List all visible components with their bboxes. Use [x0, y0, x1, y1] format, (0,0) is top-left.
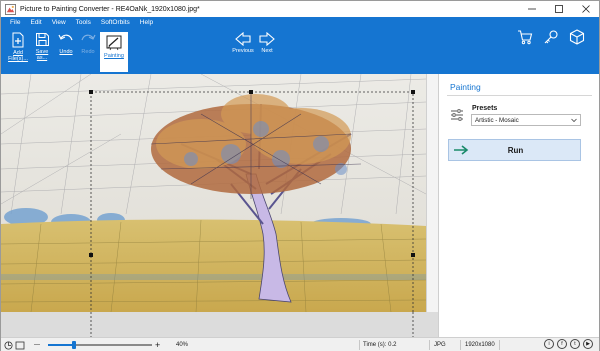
status-divider: [460, 340, 461, 350]
title-bar: Picture to Painting Converter - RE4OaNk_…: [1, 1, 599, 17]
vertical-scrollbar[interactable]: [426, 74, 438, 312]
run-button[interactable]: Run: [448, 139, 581, 161]
key-icon[interactable]: [543, 29, 559, 45]
facebook-icon[interactable]: f: [557, 339, 567, 349]
minimize-button[interactable]: [518, 1, 545, 17]
next-button[interactable]: Next: [256, 32, 278, 54]
zoom-slider-thumb[interactable]: [72, 341, 76, 349]
image-dimensions: 1920x1080: [465, 342, 495, 348]
toolbar: Add File(s)... Save as... Undo Redo Pain…: [1, 29, 599, 74]
close-button[interactable]: [572, 1, 599, 17]
processing-time: Time (s): 0.2: [363, 342, 397, 348]
menu-edit[interactable]: Edit: [25, 18, 46, 30]
window-controls: [518, 1, 599, 17]
zoom-slider[interactable]: [48, 341, 152, 349]
redo-button[interactable]: Redo: [78, 32, 98, 55]
run-label: Run: [507, 145, 524, 155]
zoom-out-button[interactable]: —: [34, 338, 40, 351]
add-files-button[interactable]: Add File(s)...: [7, 32, 29, 62]
ribbon-right-icons: [517, 29, 585, 45]
box-icon[interactable]: [569, 29, 585, 45]
painted-tree-image[interactable]: [1, 74, 426, 312]
add-file-icon: [12, 32, 24, 48]
painting-label: Painting: [104, 53, 124, 59]
zoom-reset-icon: [4, 341, 13, 349]
undo-button[interactable]: Undo: [56, 32, 76, 55]
arrow-left-icon: [235, 32, 251, 46]
menu-help[interactable]: Help: [135, 18, 158, 30]
maximize-button[interactable]: [545, 1, 572, 17]
panel-divider: [447, 95, 592, 96]
zoom-fit-button[interactable]: [4, 338, 13, 351]
maximize-icon: [554, 5, 563, 13]
close-icon: [581, 5, 590, 13]
zoom-plus-symbol: +: [155, 340, 161, 350]
ribbon: File Edit View Tools SoftOrbits Help Add…: [1, 17, 599, 74]
twitter-icon[interactable]: t: [570, 339, 580, 349]
youtube-icon[interactable]: ▶: [583, 339, 593, 349]
status-divider: [499, 340, 500, 350]
painting-preview[interactable]: [1, 74, 426, 312]
menu-tools[interactable]: Tools: [71, 18, 96, 30]
menu-view[interactable]: View: [47, 18, 71, 30]
zoom-minus-symbol: —: [34, 342, 40, 348]
arrow-right-icon: [259, 32, 275, 46]
cart-icon[interactable]: [517, 29, 533, 45]
add-files-label: Add File(s)...: [8, 50, 28, 62]
sliders-icon: [451, 109, 463, 121]
status-divider: [429, 340, 430, 350]
painting-tab[interactable]: Painting: [100, 32, 128, 72]
undo-icon: [58, 34, 73, 41]
app-icon: [5, 3, 16, 15]
chevron-down-icon: [571, 118, 577, 123]
canvas-bottom-area: [90, 312, 414, 337]
zoom-in-button[interactable]: +: [155, 338, 160, 351]
previous-button[interactable]: Previous: [229, 32, 257, 54]
redo-label: Redo: [81, 49, 95, 55]
presets-label: Presets: [472, 105, 498, 112]
status-divider: [359, 340, 360, 350]
minimize-icon: [527, 8, 536, 10]
settings-panel: Painting Presets Artistic - Mosaic Run: [438, 74, 599, 337]
canvas-area[interactable]: [1, 74, 438, 337]
save-as-label: Save as...: [35, 49, 49, 61]
fit-screen-icon: [15, 341, 25, 349]
menu-file[interactable]: File: [5, 18, 25, 30]
menu-bar: File Edit View Tools SoftOrbits Help: [5, 18, 158, 30]
app-window: Picture to Painting Converter - RE4OaNk_…: [0, 0, 600, 351]
painting-icon: [106, 35, 122, 51]
menu-softorbits[interactable]: SoftOrbits: [96, 18, 135, 30]
image-format: JPG: [434, 342, 446, 348]
actual-size-button[interactable]: [15, 338, 25, 351]
presets-selected-value: Artistic - Mosaic: [475, 117, 519, 124]
presets-dropdown[interactable]: Artistic - Mosaic: [471, 114, 581, 126]
window-title: Picture to Painting Converter - RE4OaNk_…: [20, 5, 200, 13]
social-links: i f t ▶: [544, 339, 593, 349]
redo-icon: [81, 34, 96, 41]
previous-label: Previous: [232, 48, 254, 54]
status-bar: — + 40% Time (s): 0.2 JPG 1920x1080 i f …: [1, 337, 599, 351]
zoom-slider-fill: [48, 344, 74, 346]
undo-label: Undo: [59, 49, 73, 55]
zoom-level: 40%: [176, 342, 189, 348]
info-icon[interactable]: i: [544, 339, 554, 349]
save-icon: [35, 33, 49, 46]
panel-title: Painting: [450, 82, 481, 92]
next-label: Next: [261, 48, 273, 54]
save-as-button[interactable]: Save as...: [31, 32, 53, 61]
